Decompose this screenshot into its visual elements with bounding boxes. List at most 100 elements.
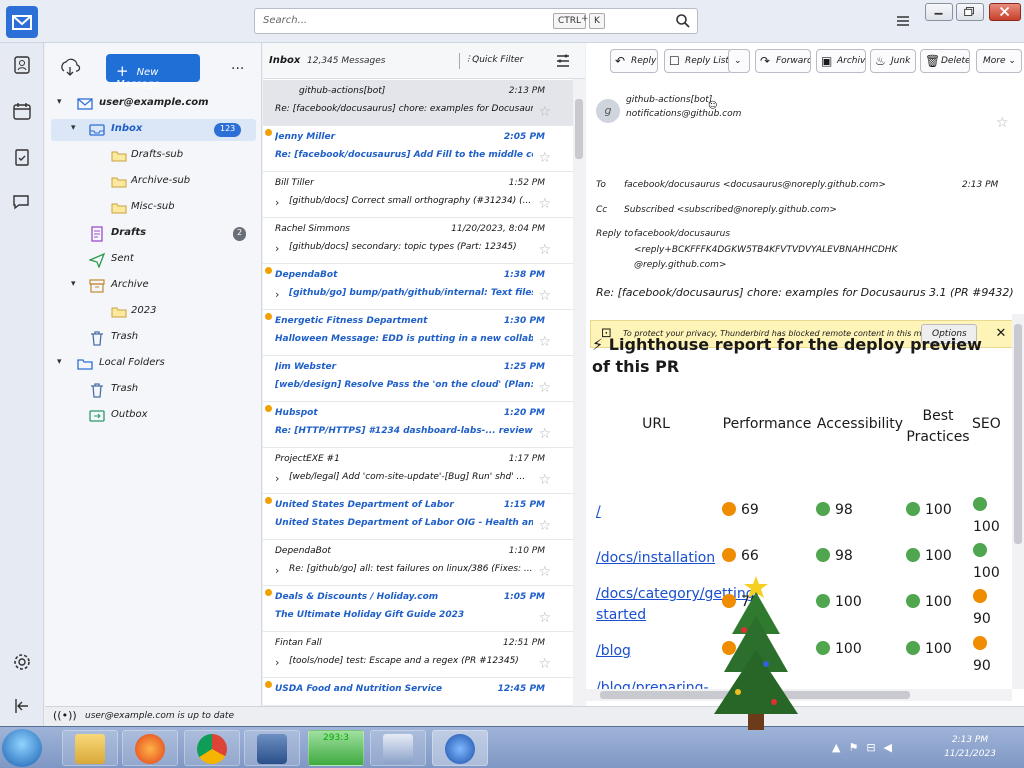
- collapse-chevron-icon[interactable]: ▾: [57, 357, 69, 369]
- message-row[interactable]: Energetic Fitness Department 1:30 PM Hal…: [263, 310, 573, 356]
- delete-button[interactable]: 🗑 Delete: [920, 49, 970, 73]
- forward-button[interactable]: ↷ Forward: [755, 49, 811, 73]
- star-icon[interactable]: ☆: [538, 518, 551, 534]
- message-row[interactable]: DependaBot 1:10 PM › Re: [github/go] all…: [263, 540, 573, 586]
- reply-list-button[interactable]: ☐ Reply List: [664, 49, 732, 73]
- close-window-button[interactable]: [989, 3, 1021, 21]
- quick-filter-button[interactable]: ⫶ Quick Filter: [467, 55, 523, 65]
- star-icon[interactable]: ☆: [538, 334, 551, 350]
- junk-button[interactable]: ♨ Junk: [870, 49, 916, 73]
- file-explorer-taskbar-button[interactable]: [62, 730, 118, 766]
- reply-button[interactable]: ↶ Reply: [610, 49, 658, 73]
- star-icon[interactable]: ☆: [538, 472, 551, 488]
- online-status-icon[interactable]: ((•)): [53, 709, 77, 722]
- reply-to-address[interactable]: <reply+BCKFFFK4DGKW5TB4KFVTVDVYALEVBNAHH…: [634, 245, 897, 255]
- folder-account[interactable]: ▾ user@example.com: [51, 93, 256, 115]
- reading-pane-vertical-scrollbar[interactable]: [1012, 314, 1024, 689]
- message-row[interactable]: USDA Food and Nutrition Service 12:45 PM: [263, 678, 573, 706]
- system-tray[interactable]: ▲⚑⊟◀: [832, 741, 900, 754]
- virtualbox-taskbar-button[interactable]: [244, 730, 300, 766]
- folder-sub-1[interactable]: Drafts-sub: [51, 145, 256, 167]
- sender-name[interactable]: github-actions[bot]: [626, 95, 712, 105]
- search-input[interactable]: Search... CTRL + K: [254, 8, 698, 34]
- archive-button[interactable]: ▣Archive: [816, 49, 866, 73]
- settings-icon[interactable]: [8, 648, 36, 676]
- report-url-link[interactable]: /docs/category/getting-started: [596, 584, 760, 626]
- christmas-tree-icon[interactable]: [708, 572, 804, 740]
- get-messages-icon[interactable]: [59, 57, 81, 79]
- sender-address[interactable]: notifications@github.com: [626, 109, 741, 119]
- report-url-link[interactable]: /: [596, 502, 601, 523]
- more-button[interactable]: More ⌄: [976, 49, 1022, 73]
- thread-expand-icon[interactable]: ›: [275, 288, 279, 301]
- star-icon[interactable]: ☆: [996, 115, 1009, 131]
- folder-drafts[interactable]: Drafts 2: [51, 223, 256, 245]
- collapse-chevron-icon[interactable]: ▾: [71, 123, 83, 135]
- folder-sub-3[interactable]: Misc-sub: [51, 197, 256, 219]
- star-icon[interactable]: ☆: [538, 380, 551, 396]
- xmas-tree-taskbar-button[interactable]: 293:3: [308, 730, 364, 766]
- minimize-button[interactable]: [925, 3, 953, 21]
- collapse-spaces-icon[interactable]: [8, 692, 36, 720]
- folder-outbox[interactable]: Outbox: [51, 405, 256, 427]
- folder-inbox[interactable]: ▾ Inbox 123: [51, 119, 256, 141]
- cc-recipient[interactable]: Subscribed <subscribed@noreply.github.co…: [624, 205, 837, 215]
- to-recipient[interactable]: facebook/docusaurus <docusaurus@noreply.…: [624, 180, 886, 190]
- message-row[interactable]: United States Department of Labor 1:15 P…: [263, 494, 573, 540]
- firefox-taskbar-button[interactable]: [122, 730, 178, 766]
- start-button[interactable]: [2, 729, 42, 767]
- star-icon[interactable]: ☆: [538, 104, 551, 120]
- reply-list-dropdown[interactable]: ⌄: [728, 49, 750, 73]
- report-url-link[interactable]: /blog: [596, 641, 631, 662]
- chrome-taskbar-button[interactable]: [184, 730, 240, 766]
- star-icon[interactable]: ☆: [538, 426, 551, 442]
- chat-icon[interactable]: [8, 188, 36, 216]
- star-icon[interactable]: ☆: [538, 288, 551, 304]
- address-book-icon[interactable]: [8, 51, 36, 79]
- reply-to-recipient[interactable]: facebook/docusaurus: [634, 229, 730, 239]
- taskbar-clock[interactable]: 2:13 PM 11/21/2023: [930, 733, 1010, 761]
- message-row[interactable]: github-actions[bot] 2:13 PM Re: [faceboo…: [263, 80, 573, 126]
- list-display-options-icon[interactable]: [555, 53, 571, 69]
- calendar-icon[interactable]: [8, 97, 36, 125]
- collapse-chevron-icon[interactable]: ▾: [71, 279, 83, 291]
- collapse-chevron-icon[interactable]: ▾: [57, 97, 69, 109]
- restore-button[interactable]: [956, 3, 984, 21]
- app-menu-icon[interactable]: [894, 12, 912, 30]
- message-row[interactable]: DependaBot 1:38 PM › [github/go] bump/pa…: [263, 264, 573, 310]
- thread-expand-icon[interactable]: ›: [275, 656, 279, 669]
- thread-expand-icon[interactable]: ›: [275, 242, 279, 255]
- message-row[interactable]: Deals & Discounts / Holiday.com 1:05 PM …: [263, 586, 573, 632]
- star-icon[interactable]: ☆: [538, 196, 551, 212]
- thread-expand-icon[interactable]: ›: [275, 196, 279, 209]
- new-message-button[interactable]: + New Message: [106, 54, 200, 90]
- message-row[interactable]: Jim Webster 1:25 PM [web/design] Resolve…: [263, 356, 573, 402]
- folder-sent[interactable]: Sent: [51, 249, 256, 271]
- star-icon[interactable]: ☆: [538, 242, 551, 258]
- mail-app-icon[interactable]: [6, 6, 38, 38]
- star-icon[interactable]: ☆: [538, 150, 551, 166]
- star-icon[interactable]: ☆: [538, 610, 551, 626]
- message-row[interactable]: Fintan Fall 12:51 PM › [tools/node] test…: [263, 632, 573, 678]
- report-url-link[interactable]: /blog/preparing-your-site-for-docusaurus…: [596, 678, 714, 689]
- folder-local-folders[interactable]: ▾ Local Folders: [51, 353, 256, 375]
- folder-pane-menu-button[interactable]: ...: [231, 57, 244, 73]
- message-row[interactable]: ProjectEXE #1 1:17 PM › [web/legal] Add …: [263, 448, 573, 494]
- search-icon[interactable]: [675, 13, 691, 29]
- star-icon[interactable]: ☆: [538, 564, 551, 580]
- tasks-icon[interactable]: [8, 143, 36, 171]
- contact-icon[interactable]: ☺: [708, 101, 717, 111]
- keyboard-app-taskbar-button[interactable]: [370, 730, 426, 766]
- folder-sub-2[interactable]: Archive-sub: [51, 171, 256, 193]
- thread-expand-icon[interactable]: ›: [275, 564, 279, 577]
- folder-archive[interactable]: ▾ Archive: [51, 275, 256, 297]
- thread-expand-icon[interactable]: ›: [275, 472, 279, 485]
- folder-local-trash[interactable]: Trash: [51, 379, 256, 401]
- message-row[interactable]: Rachel Simmons 11/20/2023, 8:04 PM › [gi…: [263, 218, 573, 264]
- folder-trash[interactable]: Trash: [51, 327, 256, 349]
- reply-to-address-domain[interactable]: @reply.github.com>: [634, 260, 726, 270]
- message-row[interactable]: Jenny Miller 2:05 PM Re: [facebook/docus…: [263, 126, 573, 172]
- star-icon[interactable]: ☆: [538, 656, 551, 672]
- thunderbird-taskbar-button[interactable]: [432, 730, 488, 766]
- message-row[interactable]: Hubspot 1:20 PM Re: [HTTP/HTTPS] #1234 d…: [263, 402, 573, 448]
